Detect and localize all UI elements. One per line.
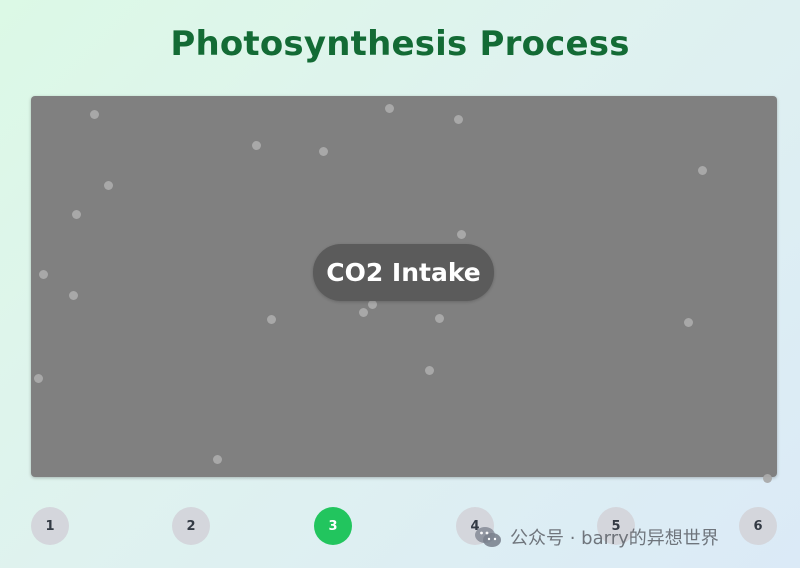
watermark: 公众号 · barry的异想世界 xyxy=(474,523,719,551)
wechat-icon xyxy=(474,525,502,549)
co2-particle xyxy=(698,166,707,175)
co2-particle xyxy=(34,374,43,383)
co2-particle xyxy=(267,315,276,324)
co2-particle xyxy=(454,115,463,124)
co2-particle xyxy=(368,300,377,309)
step-button-1[interactable]: 1 xyxy=(31,507,69,545)
co2-particle xyxy=(90,110,99,119)
watermark-text: 公众号 · barry的异想世界 xyxy=(510,528,719,549)
step-button-2[interactable]: 2 xyxy=(172,507,210,545)
page-title: Photosynthesis Process xyxy=(170,24,630,64)
co2-particle xyxy=(72,210,81,219)
current-step-label: CO2 Intake xyxy=(313,244,494,301)
co2-particle xyxy=(213,455,222,464)
step-button-6[interactable]: 6 xyxy=(739,507,777,545)
co2-particle xyxy=(385,104,394,113)
co2-particle xyxy=(319,147,328,156)
co2-particle xyxy=(763,474,772,483)
co2-particle xyxy=(457,230,466,239)
co2-particle xyxy=(435,314,444,323)
co2-particle xyxy=(684,318,693,327)
co2-particle xyxy=(252,141,261,150)
step-button-3[interactable]: 3 xyxy=(314,507,352,545)
co2-particle xyxy=(69,291,78,300)
co2-particle xyxy=(359,308,368,317)
co2-particle xyxy=(39,270,48,279)
co2-particle xyxy=(104,181,113,190)
co2-particle xyxy=(425,366,434,375)
